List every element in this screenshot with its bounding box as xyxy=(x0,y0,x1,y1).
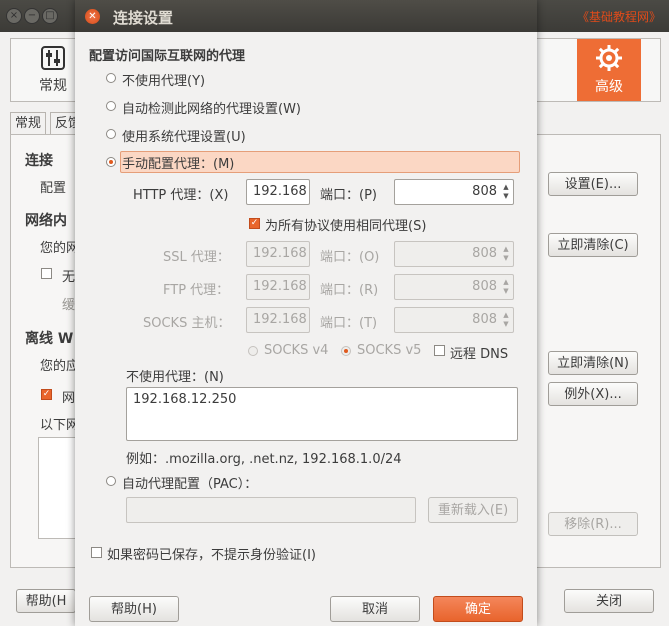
no-prompt-auth-label[interactable]: 如果密码已保存，不提示身份验证(I) xyxy=(107,544,316,563)
socks-host-input[interactable]: 192.168 xyxy=(246,307,310,333)
ftp-proxy-label: FTP 代理： xyxy=(163,283,230,298)
proxy-heading: 配置访问国际互联网的代理 xyxy=(89,49,246,64)
prefs-help-button[interactable]: 帮助(H xyxy=(16,589,76,613)
override-cache-checkbox[interactable] xyxy=(41,268,52,279)
socks-port-stepper[interactable]: 808 ▲ ▼ xyxy=(394,307,514,333)
dialog-titlebar: ✕ 连接设置 xyxy=(75,0,537,32)
offline-site-list[interactable] xyxy=(38,437,80,539)
ssl-proxy-label: SSL 代理： xyxy=(163,250,230,265)
tab-general[interactable]: 常规 xyxy=(10,112,47,136)
remote-dns-checkbox[interactable] xyxy=(434,345,445,356)
socks-v5-label[interactable]: SOCKS v5 xyxy=(357,343,421,358)
clear-cache-button[interactable]: 立即清除(C) xyxy=(548,233,638,257)
toolbar-advanced[interactable]: 高级 xyxy=(577,39,641,101)
stepper-arrows-icon[interactable]: ▲ ▼ xyxy=(501,278,511,296)
close-icon[interactable]: ✕ xyxy=(85,9,100,24)
no-proxy-label[interactable]: 不使用代理(Y) xyxy=(122,70,205,89)
ftp-proxy-input[interactable]: 192.168 xyxy=(246,274,310,300)
stepper-arrows-icon[interactable]: ▲ ▼ xyxy=(501,245,511,263)
socks-v4-radio[interactable] xyxy=(248,346,258,356)
socks-v5-radio[interactable] xyxy=(341,346,351,356)
watermark: 《基础教程网》 xyxy=(576,10,661,24)
toolbar-advanced-label: 高级 xyxy=(595,79,623,95)
offline-notify-checkbox[interactable]: ✓ xyxy=(41,389,52,400)
clear-offline-button[interactable]: 立即清除(N) xyxy=(548,351,638,375)
offline-list-description: 以下网 xyxy=(40,418,80,433)
http-port-label: 端口：(P) xyxy=(320,188,377,203)
offline-notify-label: 网 xyxy=(62,391,76,406)
network-description: 您的网 xyxy=(40,241,80,256)
offline-description: 您的应 xyxy=(40,359,80,374)
cancel-button[interactable]: 取消 xyxy=(330,596,420,622)
pac-url-input[interactable] xyxy=(126,497,416,523)
remove-button[interactable]: 移除(R)... xyxy=(548,512,638,536)
ssl-port-label: 端口：(O) xyxy=(320,250,380,265)
manual-proxy-radio[interactable] xyxy=(106,157,116,167)
pac-radio[interactable] xyxy=(106,476,116,486)
toggle-switches-icon xyxy=(41,46,65,70)
socks-port-label: 端口：(T) xyxy=(320,316,378,331)
ftp-port-value: 808 xyxy=(472,279,497,294)
pac-label[interactable]: 自动代理配置（PAC）： xyxy=(122,473,257,492)
no-proxy-example: 例如：.mozilla.org, .net.nz, 192.168.1.0/24 xyxy=(126,452,402,467)
ssl-port-value: 808 xyxy=(472,246,497,261)
exceptions-button[interactable]: 例外(X)... xyxy=(548,382,638,406)
connection-settings-button[interactable]: 设置(E)... xyxy=(548,172,638,196)
reload-pac-button[interactable]: 重新载入(E) xyxy=(428,497,518,523)
ssl-proxy-input[interactable]: 192.168 xyxy=(246,241,310,267)
no-proxy-for-textarea[interactable]: 192.168.12.250 xyxy=(126,387,518,441)
same-proxy-checkbox[interactable]: ✓ xyxy=(249,218,260,229)
ssl-port-stepper[interactable]: 808 ▲ ▼ xyxy=(394,241,514,267)
connection-settings-dialog: ✕ 连接设置 配置访问国际互联网的代理 不使用代理(Y) 自动检测此网络的代理设… xyxy=(75,0,537,626)
network-heading: 网络内 xyxy=(25,213,67,229)
socks-host-label: SOCKS 主机： xyxy=(143,316,231,331)
socks-port-value: 808 xyxy=(472,312,497,327)
socks-v4-label[interactable]: SOCKS v4 xyxy=(264,343,328,358)
help-button[interactable]: 帮助(H) xyxy=(89,596,179,622)
same-proxy-label[interactable]: 为所有协议使用相同代理(S) xyxy=(265,215,426,234)
auto-detect-radio[interactable] xyxy=(106,101,116,111)
no-proxy-for-label: 不使用代理：(N) xyxy=(126,370,224,385)
connection-heading: 连接 xyxy=(25,153,53,169)
http-proxy-label: HTTP 代理：(X) xyxy=(133,188,229,203)
dialog-title: 连接设置 xyxy=(113,9,174,27)
http-proxy-input[interactable]: 192.168 xyxy=(246,179,310,205)
gear-icon xyxy=(596,45,622,71)
manual-proxy-label[interactable]: 手动配置代理：(M) xyxy=(122,153,234,172)
ftp-port-stepper[interactable]: 808 ▲ ▼ xyxy=(394,274,514,300)
system-proxy-label[interactable]: 使用系统代理设置(U) xyxy=(122,126,246,145)
offline-heading: 离线 W xyxy=(25,331,74,347)
ok-button[interactable]: 确定 xyxy=(433,596,523,622)
ftp-port-label: 端口：(R) xyxy=(320,283,379,298)
stepper-arrows-icon[interactable]: ▲ ▼ xyxy=(501,183,511,201)
no-proxy-radio[interactable] xyxy=(106,73,116,83)
cache-sublabel: 缓 xyxy=(62,298,76,313)
minimize-icon[interactable]: − xyxy=(24,8,40,24)
connection-description: 配置 xyxy=(40,181,67,196)
maximize-icon[interactable]: □ xyxy=(42,8,58,24)
auto-detect-label[interactable]: 自动检测此网络的代理设置(W) xyxy=(122,98,301,117)
http-port-value: 808 xyxy=(472,184,497,199)
close-icon[interactable]: × xyxy=(6,8,22,24)
http-port-stepper[interactable]: 808 ▲ ▼ xyxy=(394,179,514,205)
remote-dns-label[interactable]: 远程 DNS xyxy=(450,343,508,362)
no-prompt-auth-checkbox[interactable] xyxy=(91,547,102,558)
stepper-arrows-icon[interactable]: ▲ ▼ xyxy=(501,311,511,329)
prefs-close-button[interactable]: 关闭 xyxy=(564,589,654,613)
system-proxy-radio[interactable] xyxy=(106,129,116,139)
override-cache-label: 无 xyxy=(62,270,76,285)
